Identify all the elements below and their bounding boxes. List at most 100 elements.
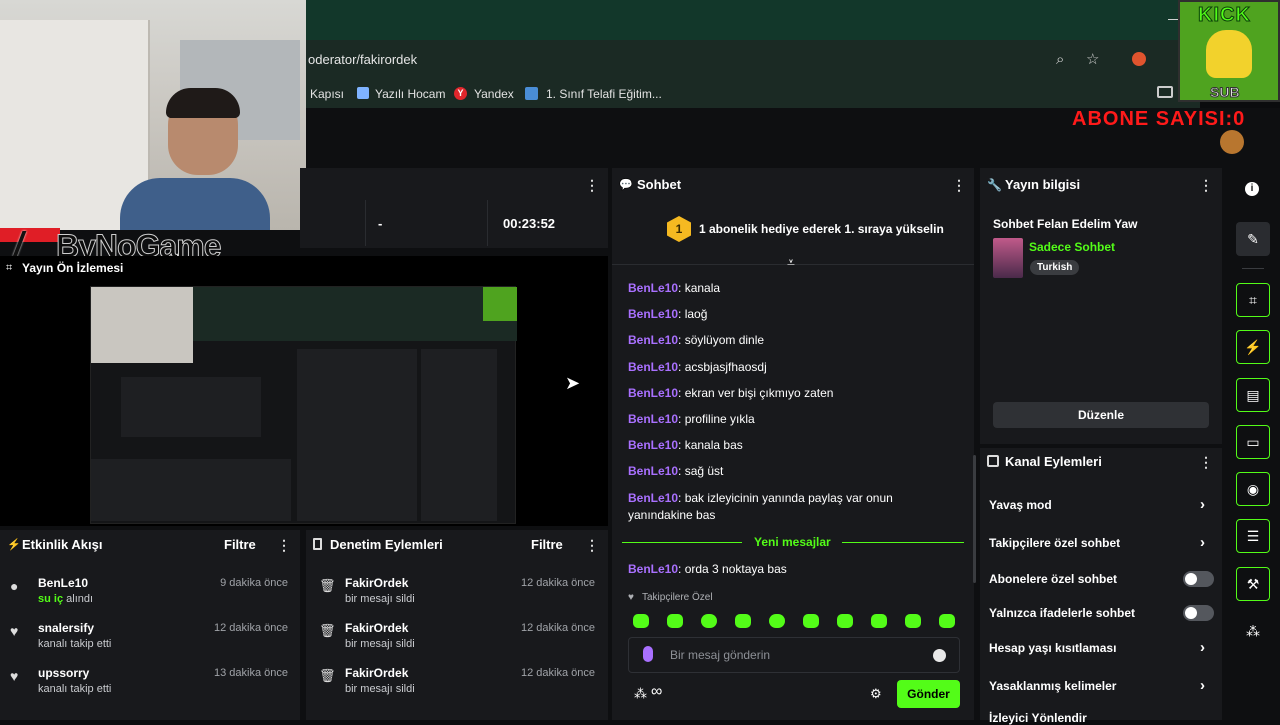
sub-label: SUB: [1210, 84, 1241, 101]
chat-username[interactable]: BenLe10: [628, 307, 678, 321]
scrollbar[interactable]: [973, 455, 976, 583]
chevron-right-icon[interactable]: ›: [1200, 639, 1205, 656]
activity-filter-button[interactable]: Filtre: [224, 537, 256, 552]
lightning-icon[interactable]: ⚡: [1236, 330, 1270, 364]
address-bar[interactable]: [300, 40, 1200, 80]
bookmark-item[interactable]: Kapısı: [310, 87, 344, 101]
emote-icon[interactable]: [837, 614, 853, 628]
language-tag[interactable]: Turkish: [1030, 260, 1080, 275]
infinity-icon[interactable]: ∞: [651, 683, 662, 701]
emotes-only-toggle[interactable]: [1183, 605, 1214, 621]
more-icon[interactable]: ⋮: [1199, 454, 1213, 471]
duck-icon: [1206, 30, 1252, 78]
action-banned-words[interactable]: Yasaklanmış kelimeler: [989, 679, 1116, 693]
more-icon[interactable]: ⋮: [952, 177, 966, 194]
chat-username[interactable]: BenLe10: [628, 360, 678, 374]
log-user[interactable]: FakirOrdek: [345, 666, 408, 680]
stream-category[interactable]: Sadece Sohbet: [1029, 240, 1115, 254]
moderation-title: Denetim Eylemleri: [330, 537, 443, 552]
action-account-age[interactable]: Hesap yaşı kısıtlaması: [989, 641, 1116, 655]
pencil-icon[interactable]: ✎: [1236, 222, 1270, 256]
chat-username[interactable]: BenLe10: [628, 438, 678, 452]
search-icon[interactable]: ⌕: [1056, 51, 1064, 68]
chevron-down-icon[interactable]: ⩡: [787, 254, 795, 271]
chat-text: : ekran ver bişi çıkmıyo zaten: [678, 386, 834, 400]
bookmark-item[interactable]: 1. Sınıf Telafi Eğitim...: [546, 87, 662, 101]
bookmark-item[interactable]: Yandex: [474, 87, 514, 101]
category-thumbnail[interactable]: [993, 238, 1023, 278]
webcam-overlay: [0, 0, 306, 230]
feed-user[interactable]: snalersify: [38, 621, 94, 635]
preview-video[interactable]: [90, 286, 517, 524]
shirt: [120, 178, 270, 230]
wrench-icon[interactable]: ⚒: [1236, 567, 1270, 601]
emote-icon[interactable]: [939, 614, 955, 628]
microphone-icon[interactable]: [643, 646, 653, 662]
chevron-right-icon[interactable]: ›: [1200, 496, 1205, 513]
chevron-right-icon[interactable]: ›: [1200, 534, 1205, 551]
log-user[interactable]: FakirOrdek: [345, 576, 408, 590]
feed-desc: kanalı takip etti: [38, 683, 112, 695]
emote-icon[interactable]: [667, 614, 683, 628]
users-icon[interactable]: ⁂: [1246, 623, 1260, 640]
gear-icon[interactable]: ⚙: [870, 686, 882, 702]
extension-icon[interactable]: [1132, 52, 1146, 66]
bookmark-item[interactable]: Yazılı Hocam: [375, 87, 445, 101]
chat-text: : sağ üst: [678, 464, 724, 478]
chat-text: : söylüyom dinle: [678, 333, 765, 347]
bookmark-favicon-icon: [525, 87, 538, 100]
chat-username[interactable]: BenLe10: [628, 464, 678, 478]
action-raid[interactable]: İzleyici Yönlendir: [989, 711, 1087, 725]
subscribers-only-toggle[interactable]: [1183, 571, 1214, 587]
chat-input[interactable]: Bir mesaj gönderin: [670, 648, 770, 662]
preview-info: [421, 349, 497, 521]
chat-username[interactable]: BenLe10: [628, 333, 678, 347]
emote-icon[interactable]: [701, 614, 717, 628]
chat-username[interactable]: BenLe10: [628, 281, 678, 295]
bookmark-favicon-icon: [357, 87, 369, 99]
broadcast-icon[interactable]: ◉: [1236, 472, 1270, 506]
chat-bubble-icon[interactable]: ▭: [1236, 425, 1270, 459]
log-desc: bir mesajı sildi: [345, 683, 415, 695]
info-icon[interactable]: i: [1245, 182, 1259, 196]
document-icon[interactable]: ▤: [1236, 378, 1270, 412]
log-user[interactable]: FakirOrdek: [345, 621, 408, 635]
subscription-icon: ●: [10, 578, 19, 594]
emote-icon[interactable]: [633, 614, 649, 628]
more-icon[interactable]: ⋮: [585, 537, 599, 554]
emote-icon[interactable]: [735, 614, 751, 628]
chat-text: : acsbjasjfhaosdj: [678, 360, 767, 374]
chat-username[interactable]: BenLe10: [628, 491, 678, 505]
preview-feeds: [91, 459, 291, 521]
more-icon[interactable]: ⋮: [585, 177, 599, 194]
action-followers-only[interactable]: Takipçilere özel sohbet: [989, 536, 1120, 550]
chat-username[interactable]: BenLe10: [628, 562, 678, 576]
activity-title: Etkinlik Akışı: [22, 537, 103, 552]
more-icon[interactable]: ⋮: [1199, 177, 1213, 194]
emote-icon[interactable]: [871, 614, 887, 628]
gift-leaderboard-text[interactable]: 1 abonelik hediye ederek 1. sıraya yükse…: [699, 222, 944, 236]
emote-icon[interactable]: [769, 614, 785, 628]
emoji-icon[interactable]: [933, 649, 946, 662]
yandex-icon: Y: [454, 87, 467, 100]
more-icon[interactable]: ⋮: [277, 537, 291, 554]
avatar[interactable]: [1220, 130, 1244, 154]
layout-icon[interactable]: ☰: [1236, 519, 1270, 553]
edit-button[interactable]: Düzenle: [993, 402, 1209, 428]
emote-icon[interactable]: [905, 614, 921, 628]
feed-user[interactable]: upssorry: [38, 666, 89, 680]
users-icon[interactable]: ⁂: [634, 686, 647, 702]
preview-toggle-icon[interactable]: ⌗: [1236, 283, 1270, 317]
chevron-right-icon[interactable]: ›: [1200, 677, 1205, 694]
star-icon[interactable]: ☆: [1086, 50, 1099, 68]
feed-user[interactable]: BenLe10: [38, 576, 88, 590]
moderation-filter-button[interactable]: Filtre: [531, 537, 563, 552]
send-button[interactable]: Gönder: [897, 680, 960, 708]
chat-message: BenLe10: laoğ: [628, 306, 958, 323]
address-text[interactable]: oderator/fakirordek: [308, 52, 417, 67]
folder-icon[interactable]: [1157, 86, 1173, 98]
chat-username[interactable]: BenLe10: [628, 386, 678, 400]
action-slow-mode[interactable]: Yavaş mod: [989, 498, 1052, 512]
emote-icon[interactable]: [803, 614, 819, 628]
chat-username[interactable]: BenLe10: [628, 412, 678, 426]
